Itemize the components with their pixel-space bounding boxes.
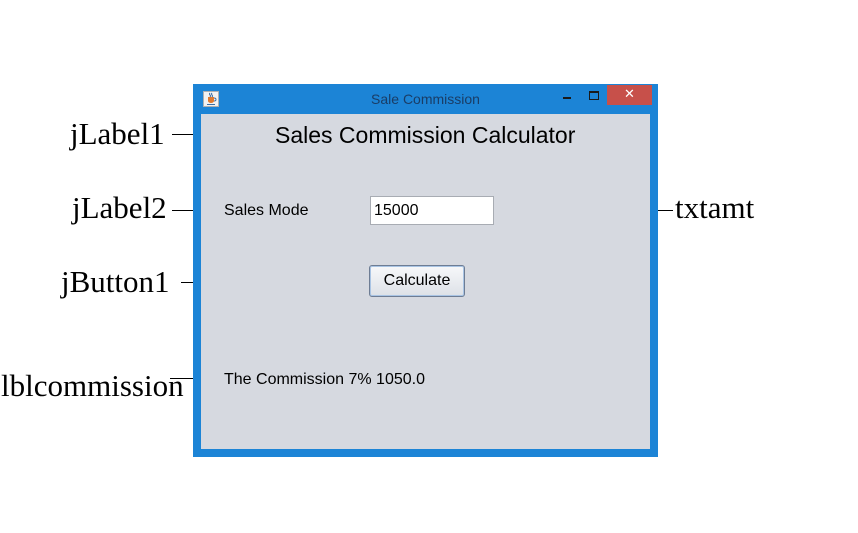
diagram-stage: jLabel1 jLabel2 jButton1 lblcommission t… xyxy=(0,0,858,533)
title-bar[interactable]: Sale Commission ✕ xyxy=(193,84,658,114)
annotation-lblcommission: lblcommission xyxy=(1,368,184,403)
lblcommission-result: The Commission 7% 1050.0 xyxy=(224,371,425,388)
maximize-button[interactable] xyxy=(581,85,607,105)
jlabel1-heading: Sales Commission Calculator xyxy=(275,122,576,148)
client-area: Sales Commission Calculator Sales Mode C… xyxy=(201,114,650,449)
txtamt-input[interactable] xyxy=(370,196,494,225)
annotation-jlabel1: jLabel1 xyxy=(70,116,165,151)
close-button[interactable]: ✕ xyxy=(607,85,652,105)
minimize-button[interactable] xyxy=(554,85,580,105)
jlabel2-sales-label: Sales Mode xyxy=(224,202,309,219)
annotation-jlabel2: jLabel2 xyxy=(72,190,167,225)
calculate-button[interactable]: Calculate xyxy=(369,265,465,297)
app-window: Sale Commission ✕ Sales Commission Calcu… xyxy=(193,84,658,457)
annotation-jbutton1: jButton1 xyxy=(61,264,170,299)
annotation-txtamt: txtamt xyxy=(675,190,755,225)
